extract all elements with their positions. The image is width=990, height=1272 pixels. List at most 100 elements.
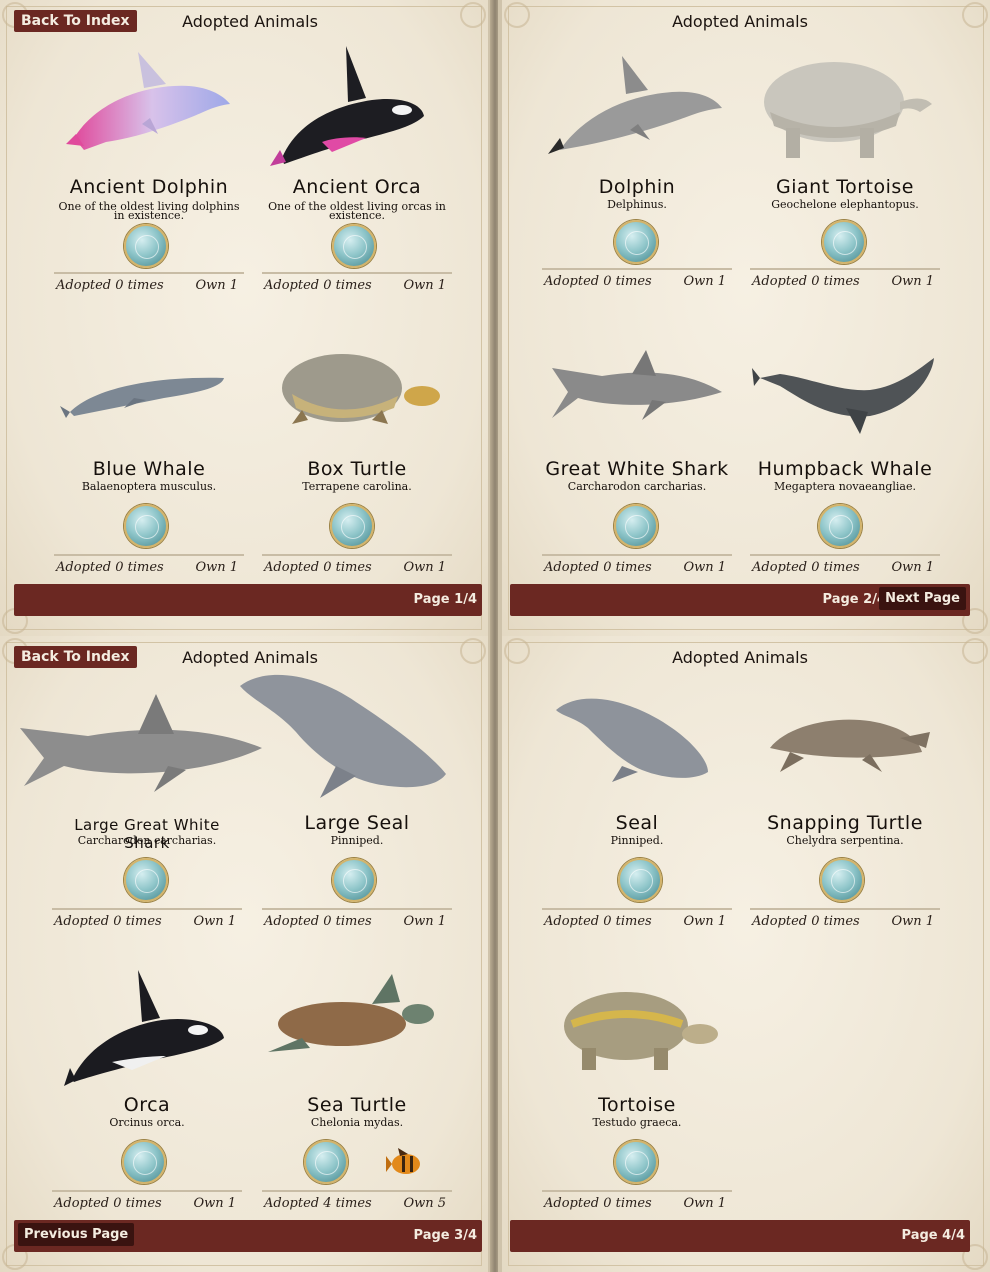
- divider: [750, 908, 940, 910]
- giant-tortoise-image: [750, 46, 940, 176]
- adoption-coin-icon[interactable]: [614, 504, 658, 548]
- animal-name: Ancient Dolphin: [69, 176, 229, 198]
- animal-card[interactable]: Large Great White Shark Carcharodon carc…: [20, 682, 262, 944]
- corner-ornament: [504, 638, 530, 664]
- corner-ornament: [962, 638, 988, 664]
- animal-card[interactable]: Large Seal Pinniped. Adopted 0 times Own…: [240, 674, 452, 944]
- animal-card[interactable]: Blue Whale Balaenoptera musculus. Adopte…: [54, 328, 244, 590]
- adoption-coin-icon[interactable]: [614, 220, 658, 264]
- adopted-count: Adopted 0 times: [264, 560, 372, 575]
- adopted-count: Adopted 0 times: [56, 278, 164, 293]
- box-turtle-image: [262, 328, 452, 458]
- previous-page-button[interactable]: Previous Page: [18, 1223, 135, 1246]
- divider: [52, 908, 242, 910]
- divider: [262, 1190, 452, 1192]
- own-count: Own 1: [403, 278, 446, 293]
- animal-card[interactable]: Great White Shark Carcharodon carcharias…: [542, 328, 732, 590]
- animal-card[interactable]: Sea Turtle Chelonia mydas. Adopted 4 tim…: [262, 964, 452, 1226]
- own-count: Own 1: [195, 278, 238, 293]
- animal-name: Humpback Whale: [757, 458, 933, 480]
- animal-name: Tortoise: [598, 1094, 676, 1116]
- divider: [542, 908, 732, 910]
- animal-card[interactable]: Giant Tortoise Geochelone elephantopus. …: [750, 46, 940, 308]
- adoption-coin-icon[interactable]: [614, 1140, 658, 1184]
- corner-ornament: [460, 2, 486, 28]
- corner-ornament: [962, 2, 988, 28]
- divider: [262, 272, 452, 274]
- animal-name: Sea Turtle: [307, 1094, 407, 1116]
- own-count: Own 1: [403, 914, 446, 929]
- adoption-coin-icon[interactable]: [618, 858, 662, 902]
- animal-name: Snapping Turtle: [767, 812, 923, 834]
- animal-description: Testudo graeca.: [592, 1116, 682, 1129]
- animal-name: Orca: [123, 1094, 171, 1116]
- dolphin-image: [542, 46, 732, 176]
- corner-ornament: [460, 638, 486, 664]
- animal-card[interactable]: Seal Pinniped. Adopted 0 times Own 1: [542, 682, 732, 944]
- adoption-coin-icon[interactable]: [332, 224, 376, 268]
- own-count: Own 1: [683, 560, 726, 575]
- animal-card[interactable]: Tortoise Testudo graeca. Adopted 0 times…: [542, 964, 732, 1226]
- book-title: Adopted Animals: [672, 12, 808, 31]
- animal-name: Great White Shark: [545, 458, 729, 480]
- animal-card[interactable]: Ancient Orca One of the oldest living or…: [262, 46, 452, 308]
- adopted-count: Adopted 0 times: [54, 1196, 162, 1211]
- page-footer-bar: Page 2/4 Next Page: [510, 584, 970, 616]
- animal-card[interactable]: Dolphin Delphinus. Adopted 0 times Own 1: [542, 46, 732, 308]
- adoption-coin-icon[interactable]: [124, 858, 168, 902]
- adoption-coin-icon[interactable]: [822, 220, 866, 264]
- snapping-turtle-image: [750, 682, 940, 812]
- ancient-orca-image: [262, 46, 452, 176]
- own-count: Own 1: [891, 914, 934, 929]
- page-number: Page 4/4: [901, 1228, 965, 1243]
- divider: [262, 554, 452, 556]
- animal-card[interactable]: Orca Orcinus orca. Adopted 0 times Own 1: [52, 964, 242, 1226]
- animal-card[interactable]: Ancient Dolphin One of the oldest living…: [54, 46, 244, 308]
- animal-name: Ancient Orca: [292, 176, 422, 198]
- fish-reward-icon[interactable]: [386, 1146, 426, 1180]
- adoption-coin-icon[interactable]: [332, 858, 376, 902]
- adoption-coin-icon[interactable]: [820, 858, 864, 902]
- book-title: Adopted Animals: [182, 648, 318, 667]
- ancient-dolphin-image: [54, 46, 244, 176]
- adopted-count: Adopted 0 times: [544, 914, 652, 929]
- adoption-coin-icon[interactable]: [124, 504, 168, 548]
- adoption-coin-icon[interactable]: [818, 504, 862, 548]
- own-count: Own 1: [683, 274, 726, 289]
- animal-card[interactable]: Box Turtle Terrapene carolina. Adopted 0…: [262, 328, 452, 590]
- humpback-whale-image: [750, 328, 940, 458]
- adoption-coin-icon[interactable]: [122, 1140, 166, 1184]
- animal-description: Orcinus orca.: [109, 1116, 185, 1129]
- adoption-coin-icon[interactable]: [304, 1140, 348, 1184]
- divider: [262, 908, 452, 910]
- adopted-count: Adopted 0 times: [544, 274, 652, 289]
- adoption-coin-icon[interactable]: [124, 224, 168, 268]
- own-count: Own 5: [403, 1196, 446, 1211]
- sea-turtle-image: [262, 964, 452, 1094]
- animal-description: Carcharodon carcharias.: [77, 834, 217, 847]
- animal-card[interactable]: Snapping Turtle Chelydra serpentina. Ado…: [750, 682, 940, 944]
- page-number: Page 2/4: [822, 592, 886, 607]
- tortoise-image: [542, 964, 732, 1094]
- divider: [542, 1190, 732, 1192]
- adoption-coin-icon[interactable]: [330, 504, 374, 548]
- adopted-count: Adopted 0 times: [56, 560, 164, 575]
- animal-description: Megaptera novaeangliae.: [774, 480, 916, 493]
- back-to-index-button[interactable]: Back To Index: [14, 10, 137, 32]
- next-page-button[interactable]: Next Page: [879, 587, 966, 610]
- animal-description: Balaenoptera musculus.: [81, 480, 217, 493]
- divider: [750, 268, 940, 270]
- book-page-1: Back To Index Adopted Animals Ancient Do…: [0, 0, 492, 636]
- book-page-2: Adopted Animals Dolphin Delphinus. Adopt…: [498, 0, 990, 636]
- own-count: Own 1: [193, 914, 236, 929]
- animal-description: Chelydra serpentina.: [786, 834, 904, 847]
- page-footer-bar: Previous Page Page 3/4: [14, 1220, 482, 1252]
- orca-image: [52, 964, 242, 1094]
- divider: [52, 1190, 242, 1192]
- animal-name: Seal: [615, 812, 659, 834]
- own-count: Own 1: [683, 914, 726, 929]
- animal-card[interactable]: Humpback Whale Megaptera novaeangliae. A…: [750, 328, 940, 590]
- animal-description: Carcharodon carcharias.: [567, 480, 707, 493]
- back-to-index-button[interactable]: Back To Index: [14, 646, 137, 668]
- adopted-count: Adopted 0 times: [752, 914, 860, 929]
